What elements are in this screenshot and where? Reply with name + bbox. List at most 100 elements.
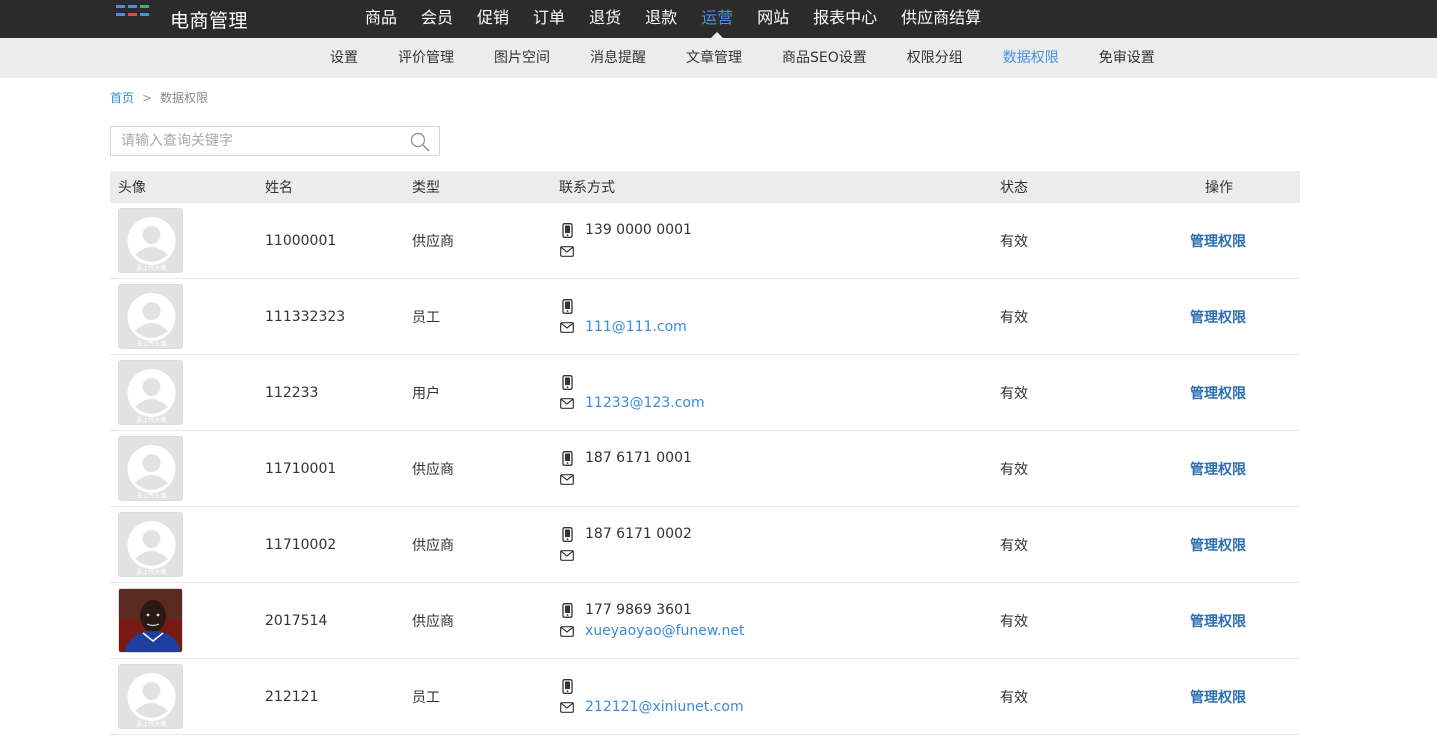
avatar: 未上传头像	[118, 512, 183, 577]
phone-line: 187 6171 0002	[559, 524, 692, 545]
user-type: 员工	[412, 689, 440, 706]
main-nav-label: 会员	[421, 8, 454, 27]
phone-number: 177 9869 3601	[585, 602, 692, 618]
avatar-cell: 未上传头像	[118, 208, 183, 273]
manage-permission-link[interactable]: 管理权限	[1190, 307, 1246, 327]
sub-nav-item[interactable]: 文章管理	[666, 38, 762, 78]
status-text: 有效	[1000, 385, 1028, 402]
main-nav-label: 报表中心	[813, 8, 878, 27]
sub-nav-item[interactable]: 设置	[310, 38, 378, 78]
user-type: 用户	[412, 385, 440, 402]
contact-cell: 187 6171 0001	[559, 448, 692, 490]
main-nav-item[interactable]: 退货	[577, 0, 633, 38]
mail-icon	[559, 699, 575, 715]
header-name: 姓名	[265, 180, 293, 196]
table-row: 未上传头像 11710002 供应商 187 6171 0002 有效 管理权限	[110, 507, 1300, 583]
contact-cell: 177 9869 3601 xueyaoyao@funew.net	[559, 600, 745, 642]
breadcrumb-current: 数据权限	[160, 91, 209, 105]
breadcrumb-home-link[interactable]: 首页	[110, 89, 134, 106]
mail-icon	[559, 547, 575, 563]
sub-nav-item[interactable]: 图片空间	[474, 38, 570, 78]
email-line	[559, 545, 692, 566]
phone-number: 187 6171 0001	[585, 450, 692, 466]
main-nav-item[interactable]: 退款	[633, 0, 689, 38]
main-nav-item[interactable]: 报表中心	[801, 0, 889, 38]
search-input[interactable]	[111, 127, 401, 155]
email-link[interactable]: 111@111.com	[585, 319, 687, 335]
phone-icon	[559, 374, 575, 390]
table-body: 未上传头像 11000001 供应商 139 0000 0001 有效 管理权限 未上传头像…	[110, 203, 1300, 735]
sub-nav-item[interactable]: 商品SEO设置	[762, 38, 887, 78]
table-row: 未上传头像 111332323 员工 111@111.com 有效 管理权限	[110, 279, 1300, 355]
sub-nav-item[interactable]: 免审设置	[1079, 38, 1175, 78]
phone-number: 139 0000 0001	[585, 222, 692, 238]
user-name: 212121	[265, 688, 319, 705]
main-nav-label: 退货	[589, 8, 622, 27]
main-nav-label: 运营	[701, 8, 734, 27]
email-link[interactable]: xueyaoyao@funew.net	[585, 623, 745, 639]
main-nav-item[interactable]: 运营	[689, 0, 745, 38]
main-nav: 商品 会员 促销 订单 退货 退款 运营 网站 报表中心 供应商结算	[353, 0, 993, 38]
user-name: 11000001	[265, 232, 337, 249]
main-nav-item[interactable]: 促销	[465, 0, 521, 38]
status-text: 有效	[1000, 233, 1028, 250]
user-type: 供应商	[412, 537, 454, 554]
contact-cell: 139 0000 0001	[559, 220, 692, 262]
header-contact: 联系方式	[559, 180, 615, 196]
breadcrumb: 首页 > 数据权限	[110, 89, 208, 106]
avatar-cell: 未上传头像	[118, 512, 183, 577]
main-nav-item[interactable]: 网站	[745, 0, 801, 38]
manage-permission-link[interactable]: 管理权限	[1190, 383, 1246, 403]
main-nav-item[interactable]: 商品	[353, 0, 409, 38]
sub-nav-item[interactable]: 权限分组	[887, 38, 983, 78]
status-text: 有效	[1000, 461, 1028, 478]
sub-nav-item[interactable]: 数据权限	[983, 38, 1079, 78]
brand[interactable]: 电商管理	[116, 0, 248, 38]
header-type: 类型	[412, 180, 440, 196]
email-link[interactable]: 11233@123.com	[585, 395, 705, 411]
phone-icon	[559, 602, 575, 618]
main-nav-item[interactable]: 订单	[521, 0, 577, 38]
manage-permission-link[interactable]: 管理权限	[1190, 611, 1246, 631]
contact-cell: 187 6171 0002	[559, 524, 692, 566]
email-line	[559, 469, 692, 490]
table-row: 未上传头像 212121 员工 212121@xiniunet.com 有效 管理权限	[110, 659, 1300, 735]
main-nav-label: 网站	[757, 8, 790, 27]
manage-permission-link[interactable]: 管理权限	[1190, 459, 1246, 479]
phone-icon	[559, 222, 575, 238]
user-name: 11710001	[265, 460, 337, 477]
status-text: 有效	[1000, 689, 1028, 706]
mail-icon	[559, 319, 575, 335]
email-link[interactable]: 212121@xiniunet.com	[585, 699, 744, 715]
user-name: 11710002	[265, 536, 337, 553]
avatar-placeholder-text: 未上传头像	[136, 568, 166, 576]
phone-line: 139 0000 0001	[559, 220, 692, 241]
user-type: 员工	[412, 309, 440, 326]
email-line	[559, 241, 692, 262]
user-name: 112233	[265, 384, 319, 401]
avatar-cell: 未上传头像	[118, 360, 183, 425]
main-nav-item[interactable]: 会员	[409, 0, 465, 38]
sub-nav-item[interactable]: 评价管理	[378, 38, 474, 78]
search-box	[110, 126, 440, 156]
manage-permission-link[interactable]: 管理权限	[1190, 231, 1246, 251]
phone-line	[559, 372, 705, 393]
main-nav-label: 订单	[533, 8, 566, 27]
phone-icon	[559, 526, 575, 542]
header-operation: 操作	[1205, 180, 1233, 196]
main-nav-item[interactable]: 供应商结算	[889, 0, 993, 38]
mail-icon	[559, 395, 575, 411]
manage-permission-link[interactable]: 管理权限	[1190, 687, 1246, 707]
user-name: 2017514	[265, 612, 328, 629]
avatar-placeholder-text: 未上传头像	[136, 340, 166, 348]
main-nav-label: 退款	[645, 8, 678, 27]
brand-name: 电商管理	[170, 9, 249, 32]
avatar: 未上传头像	[118, 664, 183, 729]
avatar-cell: 未上传头像	[118, 436, 183, 501]
table-row: 未上传头像 11000001 供应商 139 0000 0001 有效 管理权限	[110, 203, 1300, 279]
manage-permission-link[interactable]: 管理权限	[1190, 535, 1246, 555]
email-line: xueyaoyao@funew.net	[559, 621, 745, 642]
phone-icon	[559, 450, 575, 466]
sub-nav-item[interactable]: 消息提醒	[570, 38, 666, 78]
search-icon[interactable]	[410, 132, 430, 152]
